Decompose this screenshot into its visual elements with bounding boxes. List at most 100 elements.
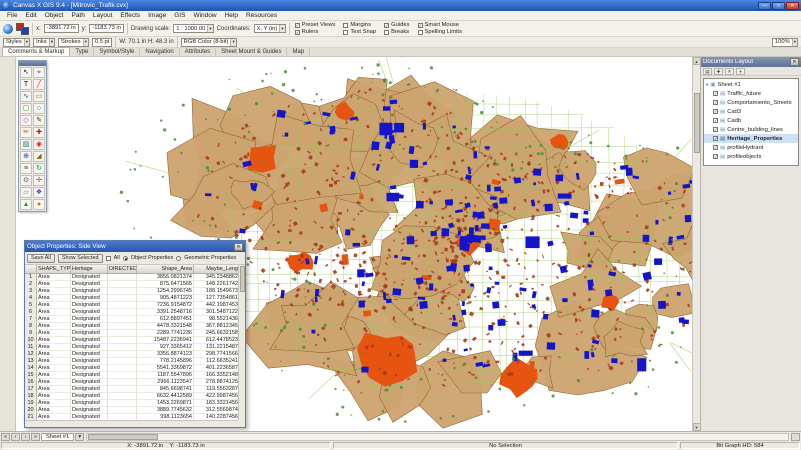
last-sheet-button[interactable]: » [31, 432, 40, 441]
geometric-properties-radio[interactable] [176, 255, 182, 261]
object-properties-close-icon[interactable]: ✕ [234, 242, 243, 251]
toggle-guides[interactable]: ✓ Guides [384, 22, 410, 28]
pen-tool[interactable]: ✎ [33, 115, 45, 126]
wedge-tool[interactable]: ◢ [33, 151, 45, 162]
layer-checkbox[interactable]: ✓ [713, 118, 718, 123]
menu-effects[interactable]: Effects [116, 11, 144, 20]
vertical-scroll-thumb[interactable] [693, 93, 700, 153]
pen-width-field[interactable]: 0.5 pt [91, 37, 113, 47]
minimize-button[interactable]: — [758, 1, 771, 10]
x-coordinate-field[interactable]: -3891.72 in [43, 24, 79, 33]
rotate-tool[interactable]: ↻ [33, 163, 45, 174]
prev-sheet-button[interactable]: ‹ [11, 432, 20, 441]
pencil-tool[interactable]: ✏ [20, 127, 32, 138]
hatch-tool[interactable]: ▨ [20, 139, 32, 150]
table-row[interactable]: 18 Area Designated 6632.4412589 422.9987456 [25, 393, 238, 400]
layer-comportamiento-streets[interactable]: ✓ ▤ Comportamiento_Streets [704, 98, 798, 107]
column-header-maybe-leng[interactable]: Maybe_Leng [194, 265, 238, 274]
table-row[interactable]: 2 Area Designated 875.6471565 148.2261742 [25, 281, 238, 288]
menu-file[interactable]: File [3, 11, 21, 20]
layer-checkbox[interactable]: ✓ [713, 100, 718, 105]
layer-profilehydrant[interactable]: ✓ ▤ profileHydrant [704, 143, 798, 152]
menu-path[interactable]: Path [67, 11, 88, 20]
tab-symbol-style[interactable]: Symbol/Style [94, 48, 141, 56]
table-row[interactable]: 13 Area Designated 778.2145896 112.6635241 [25, 358, 238, 365]
dot-tool[interactable]: ● [33, 199, 45, 210]
lasso-tool[interactable]: ⌖ [33, 67, 45, 78]
table-row[interactable]: 1 Area Designated 3856.0821374 345.2348862 [25, 274, 238, 281]
horizontal-scroll-thumb[interactable] [88, 433, 159, 440]
layer-checkbox[interactable]: ✓ [713, 109, 718, 114]
new-sheet-icon[interactable]: ▤ [703, 67, 712, 75]
layer-options-icon[interactable]: ▾ [736, 67, 745, 75]
toggle-preset-views[interactable]: ✓ Preset Views [294, 22, 335, 28]
table-row[interactable]: 4 Area Designated 905.4871223 127.7354861 [25, 295, 238, 302]
scroll-up-icon[interactable]: ▲ [692, 57, 700, 65]
sheet-menu-arrow-icon[interactable]: ▾ [75, 432, 85, 441]
table-row[interactable]: 17 Area Designated 845.6698741 119.5563287 [25, 386, 238, 393]
menu-resources[interactable]: Resources [242, 11, 281, 20]
layer-checkbox[interactable]: ✓ [713, 145, 718, 150]
op-horizontal-scrollbar[interactable] [25, 420, 238, 427]
horizontal-scrollbar[interactable] [86, 432, 789, 441]
canvas-vertical-scrollbar[interactable]: ▲ ▼ [692, 57, 700, 431]
inks-dropdown[interactable]: Inks ▾ [33, 37, 55, 47]
table-row[interactable]: 20 Area Designated 3889.7745632 312.5569874 [25, 407, 238, 414]
tab-comments-markup[interactable]: Comments & Markup [2, 47, 71, 56]
table-row[interactable]: 19 Area Designated 1453.2269871 183.3321456 [25, 400, 238, 407]
cross-tool[interactable]: ✚ [33, 127, 45, 138]
table-row[interactable]: 6 Area Designated 3391.2548716 301.5487122 [25, 309, 238, 316]
toggle-rulers[interactable]: ✓ Rulers [294, 29, 336, 35]
table-row[interactable]: 9 Area Designated 2289.7741236 245.6632158 [25, 330, 238, 337]
first-sheet-button[interactable]: « [1, 432, 10, 441]
save-all-button[interactable]: Save All [27, 253, 55, 263]
table-row[interactable]: 5 Area Designated 7236.9154872 442.1987453 [25, 302, 238, 309]
table-row[interactable]: 8 Area Designated 4478.3321548 367.8812345 [25, 323, 238, 330]
menu-help[interactable]: Help [221, 11, 242, 20]
color-mode-dropdown[interactable]: RGB Color (8-bit) ▾ [180, 37, 237, 47]
table-row[interactable]: 11 Area Designated 927.3365412 131.2215487 [25, 344, 238, 351]
layer-checkbox[interactable]: ✓ [713, 127, 718, 132]
column-header-index[interactable] [25, 265, 37, 274]
rectangle-tool[interactable]: ▭ [33, 91, 45, 102]
polygon-tool[interactable]: ◇ [20, 115, 32, 126]
marker-tool[interactable]: ▲ [20, 199, 32, 210]
zoom-dropdown[interactable]: 100% ▾ [771, 37, 798, 47]
close-button[interactable]: ✕ [786, 1, 799, 10]
y-coordinate-field[interactable]: -1183.73 in [89, 24, 124, 33]
tree-root[interactable]: ▾ ▣ Sheet #1 [704, 80, 798, 89]
table-row[interactable]: 16 Area Designated 2966.1123547 278.8874125 [25, 379, 238, 386]
select-tool[interactable]: ↖ [20, 67, 32, 78]
layer-cad3[interactable]: ✓ ▤ Cad3 [704, 107, 798, 116]
layer-checkbox[interactable]: ✓ [713, 91, 718, 96]
table-row[interactable]: 14 Area Designated 5541.3369872 401.2236587 [25, 365, 238, 372]
window-titlebar[interactable]: Canvas X GIS 9.4 - [Mitrovic_Trafik.cvx]… [0, 0, 801, 11]
toggle-smart-mouse[interactable]: ✓ Smart Mouse [417, 22, 462, 28]
layer-centre-building-lines[interactable]: ✓ ▤ Centre_building_lines [704, 125, 798, 134]
layer-cadb[interactable]: ✓ ▤ Cadb [704, 116, 798, 125]
square-tool[interactable]: ▢ [20, 103, 32, 114]
line-tool[interactable]: ╱ [33, 79, 45, 90]
strokes-dropdown[interactable]: Strokes ▾ [57, 37, 89, 47]
layer-profileobjects[interactable]: ✓ ▤ profileobjects [704, 152, 798, 161]
sheet-tab[interactable]: Sheet #1 [41, 432, 75, 441]
column-header-shape-type[interactable]: SHAPE_TYPE [37, 265, 71, 274]
target-tool[interactable]: ◉ [33, 139, 45, 150]
show-selected-button[interactable]: Show Selected [57, 253, 103, 263]
panel-close-icon[interactable]: ✕ [790, 58, 799, 66]
node-edit-tool[interactable]: ⊕ [20, 151, 32, 162]
toggle-breaks[interactable]: Breaks [384, 29, 409, 35]
layer-checkbox[interactable]: ✓ [713, 136, 718, 141]
toggle-text-snap[interactable]: Text Snap [343, 29, 376, 35]
column-header-directed[interactable]: DIRECTED [108, 265, 137, 274]
layer-heritage-properties[interactable]: ✓ ▤ Heritage_Properties [704, 134, 798, 143]
styles-dropdown[interactable]: Styles ▾ [3, 37, 31, 47]
pan-tool[interactable]: ✛ [33, 175, 45, 186]
curve-tool[interactable]: ∿ [20, 91, 32, 102]
table-row[interactable]: 10 Area Designated 15487.2236941 612.4478523 [25, 337, 238, 344]
coordinates-dropdown[interactable]: X, Y (in) ▾ [253, 24, 286, 33]
map-canvas[interactable]: ▲ ▼ ↖ ⌖ T ╱ ∿ ▭ ▢ ○ ◇ ✎ ✏ ✚ ▨ ◉ ⊕ ◢ ≡ ↻ ⊙ ✛ ▱ ❖ ▲ ● Object Prop… [16, 57, 700, 431]
list-tool[interactable]: ≡ [20, 163, 32, 174]
panel-header[interactable]: Documents Layout ✕ [701, 57, 801, 67]
layer-traffic-future[interactable]: ✓ ▤ Traffic_future [704, 89, 798, 98]
